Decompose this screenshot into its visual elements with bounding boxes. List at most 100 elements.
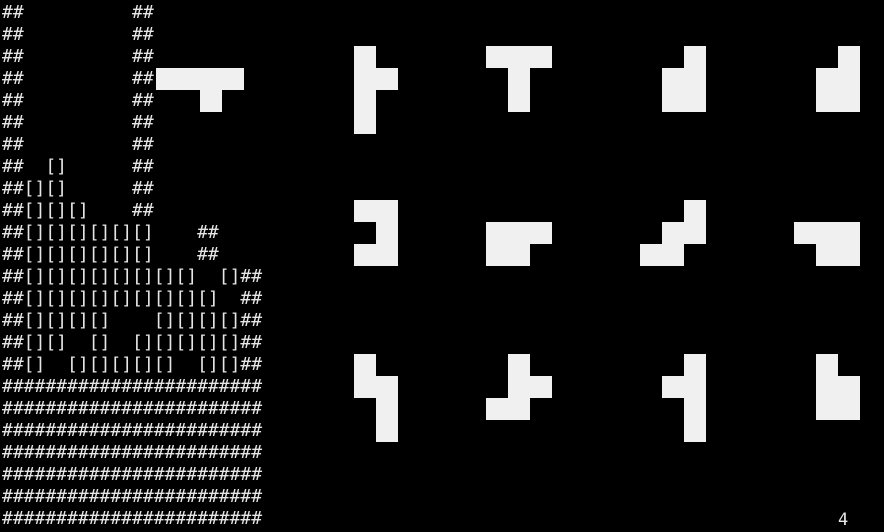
- piece-preview-p-down: [486, 200, 552, 288]
- piece-cell: [816, 376, 838, 398]
- piece-cell: [816, 68, 838, 90]
- falling-piece-cell: [156, 68, 178, 90]
- board-row: ##[][][] ##: [2, 200, 154, 221]
- piece-cell: [838, 46, 860, 68]
- piece-cell: [662, 376, 684, 398]
- piece-cell: [376, 244, 398, 266]
- piece-preview-w: [640, 200, 706, 288]
- board-row: ## ##: [2, 90, 154, 111]
- piece-cell: [376, 200, 398, 222]
- piece-cell: [354, 244, 376, 266]
- piece-preview-n: [354, 354, 420, 442]
- piece-cell: [816, 244, 838, 266]
- piece-cell: [684, 68, 706, 90]
- piece-cell: [508, 398, 530, 420]
- piece-cell: [838, 68, 860, 90]
- piece-cell: [376, 68, 398, 90]
- piece-preview-p-right-b: [816, 46, 882, 134]
- piece-cell: [838, 376, 860, 398]
- board-row: ## ##: [2, 112, 154, 133]
- piece-cell: [530, 46, 552, 68]
- piece-cell: [662, 222, 684, 244]
- piece-cell: [354, 46, 376, 68]
- board-row: ##[][][][][][] ##: [2, 244, 219, 265]
- piece-cell: [684, 200, 706, 222]
- piece-cell: [508, 376, 530, 398]
- score-label: 4: [838, 510, 849, 530]
- piece-cell: [376, 222, 398, 244]
- piece-cell: [838, 244, 860, 266]
- board-row: ########################: [2, 464, 263, 485]
- piece-cell: [530, 376, 552, 398]
- board-row: ##[][][][][][] ##: [2, 222, 219, 243]
- piece-cell: [508, 46, 530, 68]
- piece-cell: [376, 398, 398, 420]
- piece-cell: [816, 398, 838, 420]
- board-row: ##[][][][][][][][] []##: [2, 266, 263, 287]
- piece-cell: [684, 398, 706, 420]
- board-row: ##[][] [] [][][][][]##: [2, 332, 263, 353]
- piece-cell: [662, 244, 684, 266]
- falling-piece-cell: [200, 90, 222, 112]
- piece-cell: [508, 222, 530, 244]
- piece-cell: [816, 354, 838, 376]
- falling-piece-cell: [178, 68, 200, 90]
- board-row: ########################: [2, 486, 263, 507]
- board-row: ## ##: [2, 134, 154, 155]
- board-row: ## ##: [2, 24, 154, 45]
- piece-cell: [354, 68, 376, 90]
- piece-preview-p-right: [662, 46, 728, 134]
- board-row: ## [] ##: [2, 156, 154, 177]
- board-row: ########################: [2, 508, 263, 529]
- piece-cell: [640, 244, 662, 266]
- piece-cell: [684, 420, 706, 442]
- piece-preview-f: [486, 354, 552, 442]
- piece-cell: [486, 46, 508, 68]
- piece-cell: [376, 420, 398, 442]
- piece-cell: [486, 222, 508, 244]
- piece-cell: [684, 354, 706, 376]
- piece-cell: [684, 376, 706, 398]
- piece-preview-u-right: [354, 200, 420, 288]
- piece-cell: [816, 90, 838, 112]
- piece-preview-t-down: [486, 46, 552, 134]
- piece-cell: [794, 222, 816, 244]
- piece-cell: [508, 90, 530, 112]
- piece-cell: [354, 112, 376, 134]
- piece-cell: [684, 222, 706, 244]
- piece-cell: [838, 90, 860, 112]
- piece-cell: [508, 244, 530, 266]
- piece-cell: [684, 46, 706, 68]
- piece-cell: [508, 68, 530, 90]
- board-row: ##[] [][][][][] [][]##: [2, 354, 263, 375]
- piece-cell: [838, 222, 860, 244]
- piece-cell: [530, 222, 552, 244]
- piece-cell: [486, 244, 508, 266]
- piece-cell: [662, 68, 684, 90]
- piece-cell: [376, 376, 398, 398]
- board-row: ##[][] ##: [2, 178, 154, 199]
- piece-cell: [508, 354, 530, 376]
- piece-cell: [684, 90, 706, 112]
- piece-preview-p-left: [816, 354, 882, 442]
- falling-piece-cell: [200, 68, 222, 90]
- piece-cell: [354, 200, 376, 222]
- piece-cell: [662, 90, 684, 112]
- piece-preview-t-left: [354, 46, 420, 134]
- piece-preview-y: [662, 354, 728, 442]
- piece-cell: [816, 222, 838, 244]
- piece-cell: [354, 90, 376, 112]
- falling-piece-cell: [222, 68, 244, 90]
- piece-cell: [838, 398, 860, 420]
- piece-cell: [354, 376, 376, 398]
- board-row: ########################: [2, 398, 263, 419]
- board-row: ## ##: [2, 46, 154, 67]
- board-row: ##[][][][] [][][][]##: [2, 310, 263, 331]
- piece-cell: [486, 398, 508, 420]
- board-row: ########################: [2, 376, 263, 397]
- board-row: ########################: [2, 442, 263, 463]
- piece-cell: [354, 354, 376, 376]
- board-row: ########################: [2, 420, 263, 441]
- board-row: ## ##: [2, 2, 154, 23]
- piece-preview-p-up: [794, 200, 860, 288]
